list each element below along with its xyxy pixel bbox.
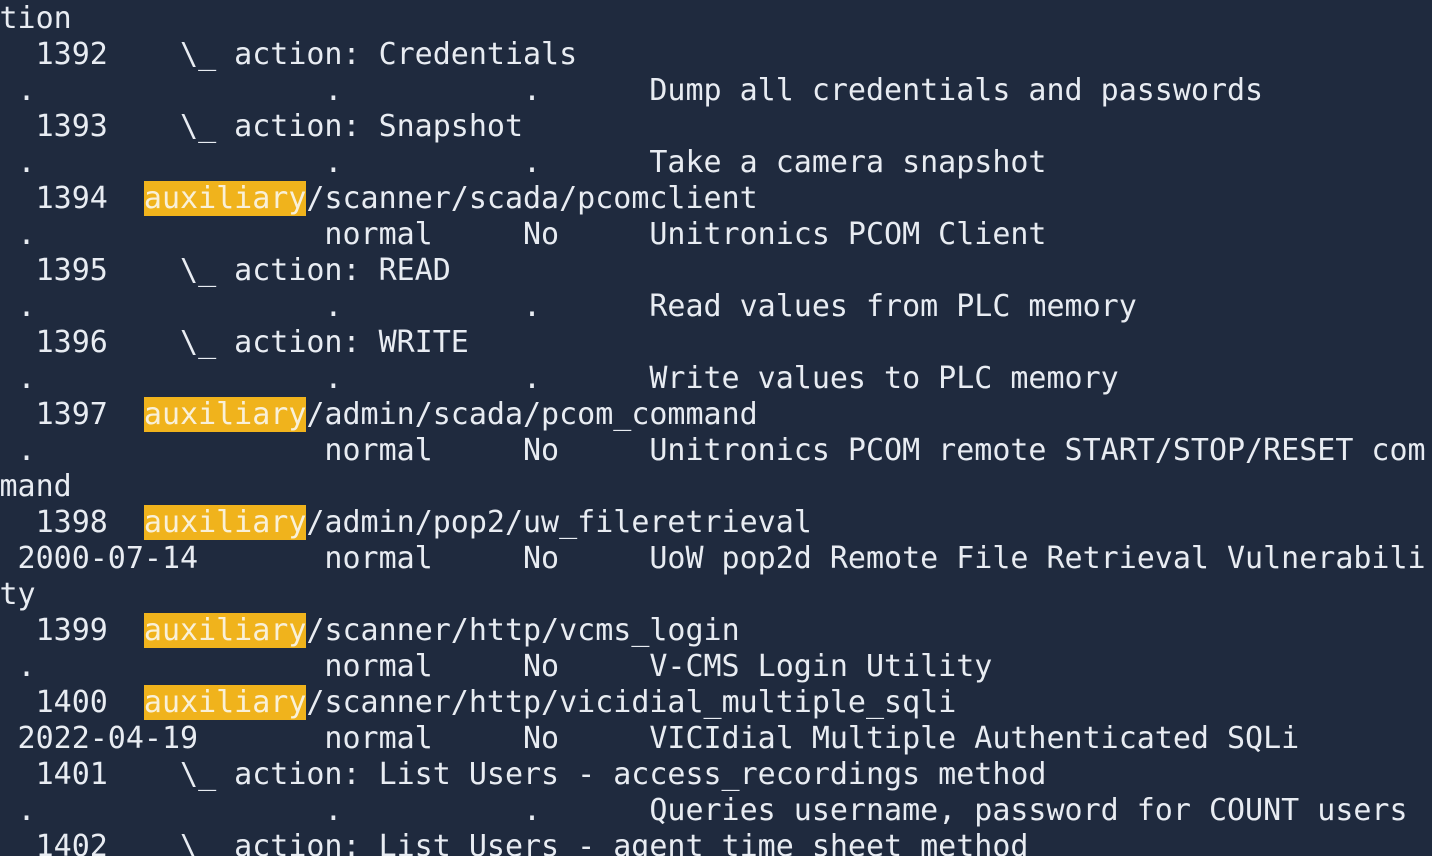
search-match-highlight: auxiliary (143, 613, 307, 648)
terminal-line: ty (0, 577, 36, 612)
terminal-line: . normal No Unitronics PCOM Client (0, 217, 1047, 252)
terminal-window[interactable]: tion 1392 \_ action: Credentials . . . D… (0, 0, 1432, 856)
terminal-line: 1400 auxiliary/scanner/http/vicidial_mul… (0, 685, 957, 720)
terminal-line: 1396 \_ action: WRITE (0, 325, 469, 360)
terminal-line: 2000-07-14 normal No UoW pop2d Remote Fi… (0, 541, 1426, 576)
terminal-line: 1398 auxiliary/admin/pop2/uw_fileretriev… (0, 505, 812, 540)
terminal-line: 1393 \_ action: Snapshot (0, 109, 523, 144)
terminal-line: . . . Queries username, password for COU… (0, 793, 1408, 828)
terminal-line: . normal No V-CMS Login Utility (0, 649, 993, 684)
terminal-line: 1392 \_ action: Credentials (0, 37, 578, 72)
search-match-highlight: auxiliary (143, 505, 307, 540)
search-match-highlight: auxiliary (143, 181, 307, 216)
terminal-line: 1395 \_ action: READ (0, 253, 451, 288)
terminal-line: mand (0, 469, 72, 504)
terminal-line: 1402 \_ action: List Users - agent_time_… (0, 829, 1029, 856)
terminal-line: tion (0, 1, 72, 36)
terminal-line: 1397 auxiliary/admin/scada/pcom_command (0, 397, 758, 432)
terminal-line: 1401 \_ action: List Users - access_reco… (0, 757, 1047, 792)
terminal-line: . . . Read values from PLC memory (0, 289, 1137, 324)
terminal-line: 1399 auxiliary/scanner/http/vcms_login (0, 613, 740, 648)
terminal-line: . . . Dump all credentials and passwords (0, 73, 1264, 108)
terminal-line: . . . Write values to PLC memory (0, 361, 1119, 396)
search-match-highlight: auxiliary (143, 685, 307, 720)
terminal-line: 1394 auxiliary/scanner/scada/pcomclient (0, 181, 758, 216)
terminal-line: . . . Take a camera snapshot (0, 145, 1047, 180)
terminal-line: . normal No Unitronics PCOM remote START… (0, 433, 1426, 468)
terminal-line: 2022-04-19 normal No VICIdial Multiple A… (0, 721, 1300, 756)
search-match-highlight: auxiliary (143, 397, 307, 432)
